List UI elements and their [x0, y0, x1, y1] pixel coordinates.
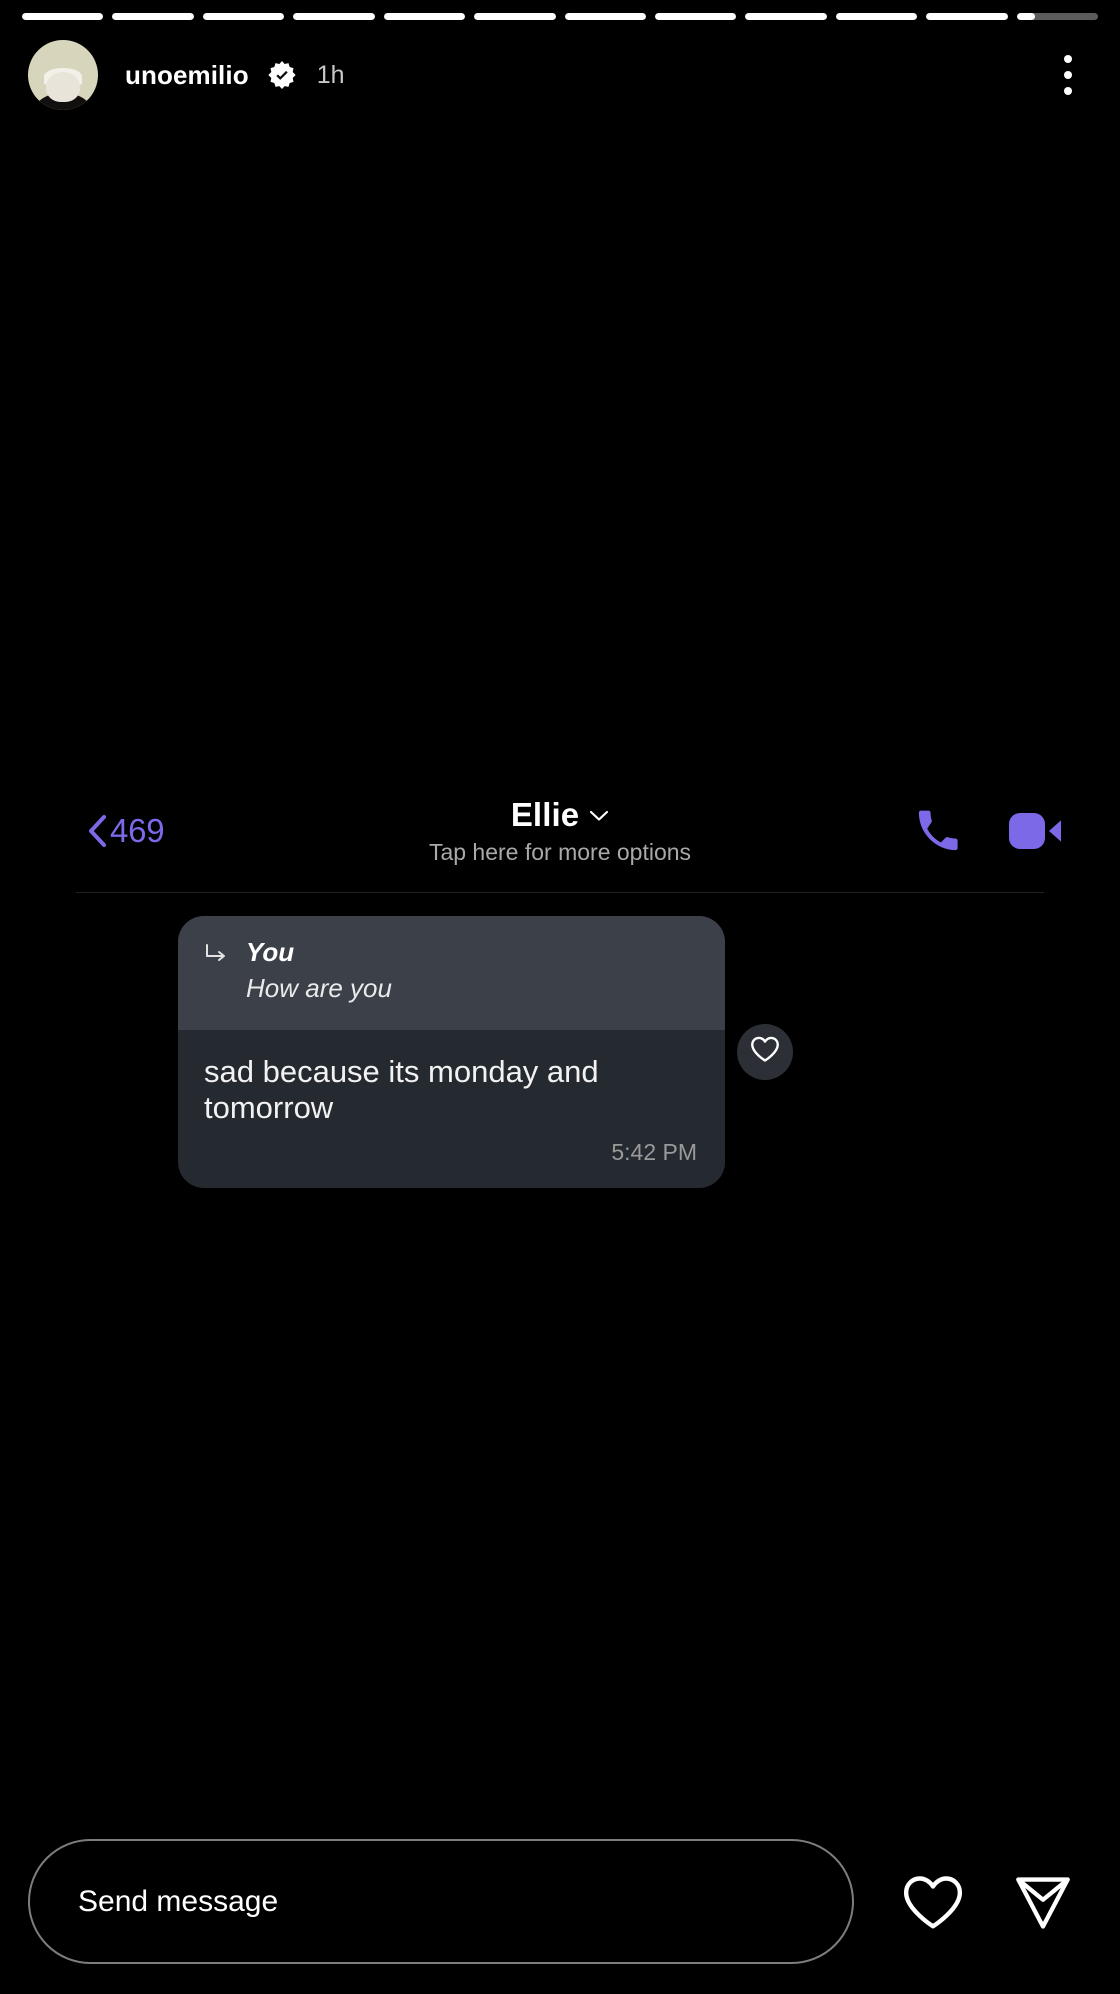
progress-segment-fill — [835, 13, 918, 20]
progress-segment — [654, 13, 737, 20]
quoted-reply[interactable]: You How are you — [178, 916, 725, 1031]
progress-segment — [745, 13, 827, 20]
quote-author: You — [246, 937, 295, 967]
progress-segment — [22, 13, 104, 20]
like-button[interactable] — [902, 1873, 964, 1931]
kebab-dot — [1064, 71, 1072, 79]
progress-segment — [293, 13, 375, 20]
chat-overlay: 469 Ellie Tap here for more options You … — [0, 770, 1120, 1188]
video-camera-icon — [1008, 813, 1062, 856]
progress-segment-fill — [293, 13, 375, 20]
progress-segment — [202, 13, 285, 20]
progress-segment-fill — [383, 13, 466, 20]
send-message-placeholder: Send message — [78, 1884, 279, 1918]
progress-segment — [835, 13, 918, 20]
message-bubble[interactable]: You How are you sad because its monday a… — [178, 916, 725, 1188]
progress-segment — [926, 13, 1008, 20]
progress-segment-fill — [1016, 13, 1035, 20]
progress-segment-fill — [926, 13, 1008, 20]
chevron-down-icon — [589, 809, 609, 821]
message-body: sad because its monday and tomorrow 5:42… — [178, 1030, 725, 1188]
story-screen: unoemilio 1h 469 Ellie Tap here for more… — [0, 0, 1120, 1994]
quote-text: How are you — [246, 972, 392, 1003]
kebab-dot — [1064, 55, 1072, 63]
progress-segment-fill — [654, 13, 737, 20]
progress-segment-fill — [745, 13, 827, 20]
message-timestamp: 5:42 PM — [611, 1138, 697, 1165]
chat-title: Ellie — [510, 796, 580, 833]
story-header: unoemilio 1h — [28, 40, 1092, 110]
back-unread-count: 469 — [110, 812, 165, 849]
story-progress-bar — [22, 13, 1099, 20]
back-button[interactable]: 469 — [86, 812, 165, 850]
message-text: sad because its monday and tomorrow — [204, 1054, 599, 1126]
progress-segment-fill — [22, 13, 104, 20]
audio-call-button[interactable] — [914, 807, 962, 855]
progress-segment — [474, 13, 556, 20]
composer-icons — [902, 1873, 1092, 1931]
progress-segment-fill — [112, 13, 194, 20]
story-username[interactable]: unoemilio — [125, 60, 249, 91]
avatar[interactable] — [28, 40, 98, 110]
progress-segment-fill — [564, 13, 646, 20]
send-message-input[interactable]: Send message — [28, 1839, 854, 1964]
send-button[interactable] — [1012, 1873, 1074, 1931]
message-row: You How are you sad because its monday a… — [0, 916, 1120, 1188]
chat-header: 469 Ellie Tap here for more options — [0, 770, 1120, 893]
story-timestamp: 1h — [316, 60, 345, 89]
heart-outline-icon — [750, 1035, 780, 1068]
progress-segment — [564, 13, 646, 20]
video-call-button[interactable] — [1008, 810, 1062, 852]
kebab-dot — [1064, 87, 1072, 95]
heart-outline-icon — [902, 1875, 964, 1935]
chevron-left-icon — [86, 814, 108, 848]
send-paper-plane-icon — [1012, 1876, 1074, 1935]
phone-icon — [914, 810, 962, 859]
progress-segment — [383, 13, 466, 20]
progress-segment — [1016, 13, 1099, 20]
react-heart-button[interactable] — [737, 1023, 793, 1080]
message-list: You How are you sad because its monday a… — [0, 892, 1120, 1188]
chat-actions — [914, 807, 1092, 855]
progress-segment-fill — [474, 13, 556, 20]
progress-segment-fill — [202, 13, 285, 20]
verified-badge-icon — [267, 60, 297, 90]
more-options-kebab-icon[interactable] — [1064, 55, 1072, 95]
reply-arrow-icon — [204, 944, 228, 966]
progress-segment — [112, 13, 194, 20]
composer-bar: Send message — [0, 1839, 1120, 1964]
avatar-head-shape — [46, 72, 80, 103]
